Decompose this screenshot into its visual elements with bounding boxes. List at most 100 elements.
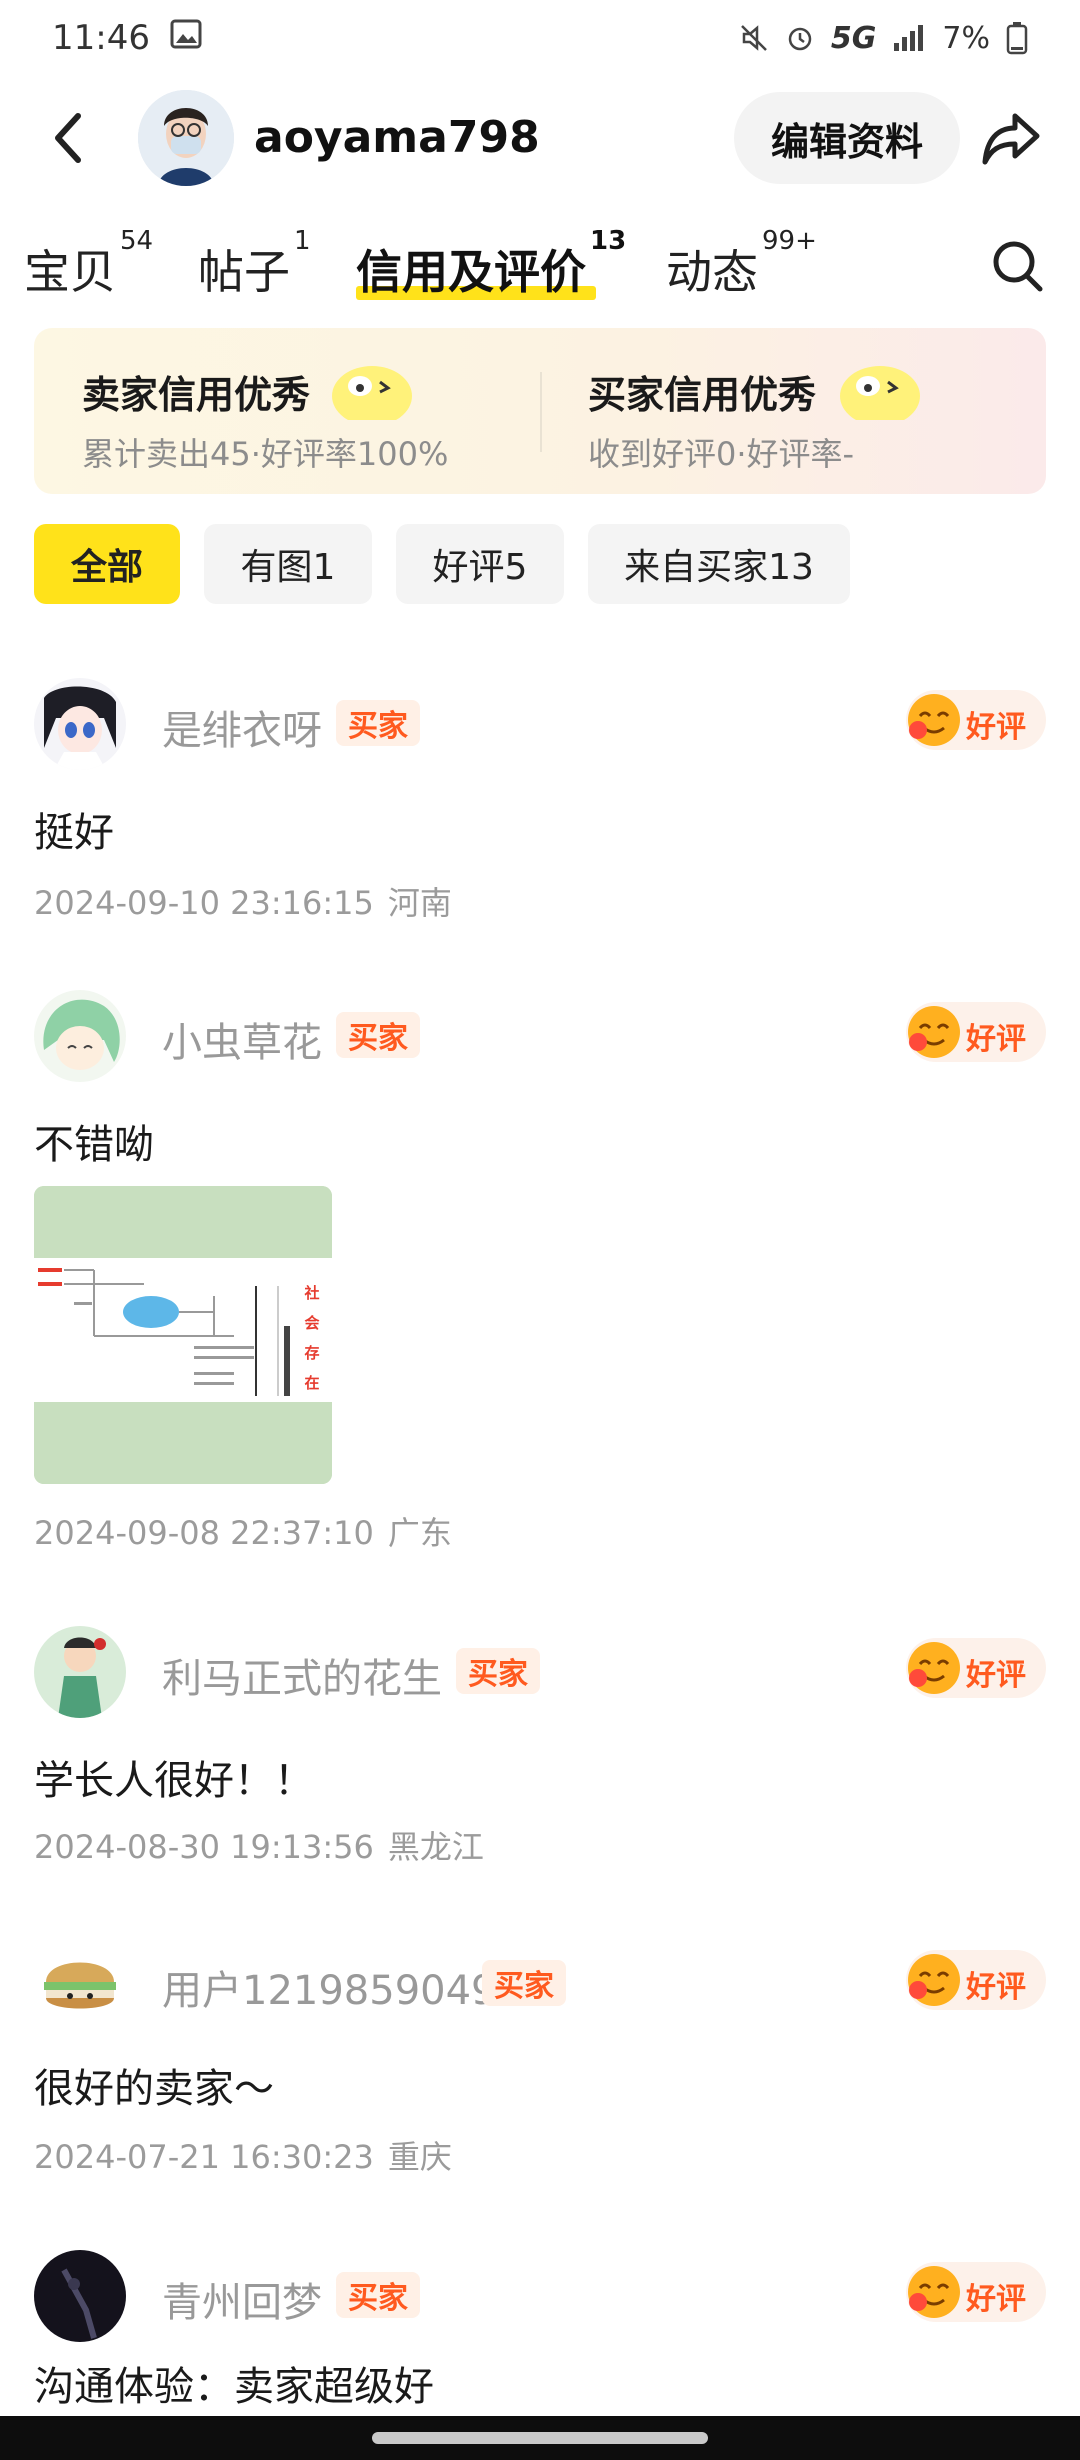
- rating-label: 好评: [966, 1970, 1026, 2005]
- image-text-char: 社: [303, 1284, 319, 1302]
- tab-activity[interactable]: 动态99+: [666, 226, 817, 302]
- battery-icon: [1006, 21, 1028, 55]
- review-region: 河南: [387, 884, 452, 922]
- review-meta: 2024-08-30 19:13:56 黑龙江: [34, 1822, 484, 1868]
- rating-badge: 好评: [906, 690, 1046, 750]
- reviewer-name: 青州回梦: [162, 2280, 322, 2326]
- rating-label: 好评: [966, 1022, 1026, 1057]
- reviewer-name: 利马正式的花生: [162, 1656, 442, 1702]
- status-time: 11:46: [52, 18, 150, 58]
- image-text-char: 会: [304, 1314, 319, 1332]
- buyer-tag: 买家: [456, 1648, 540, 1694]
- profile-tabs: 宝贝54 帖子1 信用及评价13 动态99+: [0, 218, 1080, 318]
- profile-header: aoyama798 编辑资料: [0, 88, 1080, 188]
- tab-label: 动态: [666, 245, 758, 299]
- system-nav-bar: [0, 2416, 1080, 2460]
- buyer-credit-stats: 收到好评0·好评率-: [588, 435, 855, 473]
- home-gesture-handle[interactable]: [372, 2432, 708, 2444]
- rating-badge: 好评: [906, 1638, 1046, 1698]
- rating-label: 好评: [966, 2282, 1026, 2317]
- chevron-left-icon: [55, 113, 81, 163]
- image-text-char: 存: [304, 1344, 319, 1362]
- reviewer-avatar[interactable]: [34, 990, 126, 1082]
- smile-face-icon: [908, 1006, 960, 1058]
- review-image[interactable]: 社 会 存 在: [34, 1186, 332, 1484]
- tab-count: 1: [294, 226, 311, 256]
- buyer-tag: 买家: [336, 2272, 420, 2318]
- review-text: 沟通体验：卖家超级好: [34, 2364, 434, 2410]
- reviewer-avatar[interactable]: [34, 1938, 126, 2030]
- review-meta: 2024-07-21 16:30:23 重庆: [34, 2132, 452, 2178]
- share-icon: [982, 113, 1040, 165]
- review-item: 是绯衣呀 买家 好评 挺好 2024-09-10 23:16:15 河南: [34, 678, 1046, 928]
- review-item: 用户1219859049 买家 好评 很好的卖家～ 2024-07-21 16:…: [34, 1938, 1046, 2188]
- credit-face-icon: [332, 366, 412, 420]
- edit-profile-button[interactable]: 编辑资料: [734, 92, 960, 184]
- rating-badge: 好评: [906, 2262, 1046, 2322]
- review-item: 利马正式的花生 买家 好评 学长人很好！！ 2024-08-30 19:13:5…: [34, 1626, 1046, 1876]
- review-item: 青州回梦 买家 好评 沟通体验：卖家超级好: [34, 2250, 1046, 2416]
- rating-label: 好评: [966, 1658, 1026, 1693]
- tab-credit-reviews[interactable]: 信用及评价13: [356, 226, 626, 302]
- smile-face-icon: [908, 1954, 960, 2006]
- tab-label: 宝贝: [24, 245, 116, 299]
- smile-face-icon: [908, 1642, 960, 1694]
- rating-label: 好评: [966, 710, 1026, 745]
- buyer-tag: 买家: [336, 1012, 420, 1058]
- rating-badge: 好评: [906, 1002, 1046, 1062]
- status-bar: 11:46 5G 7%: [0, 0, 1080, 76]
- filter-with-image[interactable]: 有图1: [204, 524, 372, 604]
- credit-face-icon: [840, 366, 920, 420]
- alarm-icon: [785, 23, 815, 53]
- reviewer-name: 小虫草花: [162, 1020, 322, 1066]
- credit-banner[interactable]: 卖家信用优秀 累计卖出45·好评率100% 买家信用优秀 收到好评0·好评率-: [34, 328, 1046, 494]
- signal-icon: [892, 23, 926, 53]
- review-time: 2024-08-30 19:13:56: [34, 1828, 374, 1866]
- review-meta: 2024-09-10 23:16:15 河南: [34, 878, 452, 924]
- smile-face-icon: [908, 694, 960, 746]
- tab-posts[interactable]: 帖子1: [198, 226, 311, 302]
- search-icon: [993, 241, 1043, 292]
- review-text: 学长人很好！！: [34, 1758, 314, 1804]
- review-text: 很好的卖家～: [34, 2066, 274, 2112]
- smile-face-icon: [908, 2266, 960, 2318]
- filter-positive[interactable]: 好评5: [396, 524, 564, 604]
- review-region: 重庆: [387, 2138, 452, 2176]
- tab-items[interactable]: 宝贝54: [24, 226, 153, 302]
- mute-icon: [739, 23, 769, 53]
- share-button[interactable]: [976, 106, 1046, 170]
- review-time: 2024-09-10 23:16:15: [34, 884, 374, 922]
- reviewer-avatar[interactable]: [34, 1626, 126, 1718]
- tab-count: 13: [590, 226, 627, 256]
- battery-text: 7%: [942, 20, 990, 56]
- reviewer-avatar[interactable]: [34, 2250, 126, 2342]
- filter-from-buyers[interactable]: 来自买家13: [588, 524, 850, 604]
- buyer-tag: 买家: [482, 1960, 566, 2006]
- search-button[interactable]: [990, 236, 1046, 296]
- review-item: 小虫草花 买家 好评 不错呦 社 会 存 在 2024-09-08 22:37:…: [34, 990, 1046, 1560]
- reviewer-avatar[interactable]: [34, 678, 126, 770]
- tab-count: 99+: [762, 226, 817, 256]
- username: aoyama798: [254, 112, 540, 163]
- reviewer-name: 是绯衣呀: [162, 708, 322, 754]
- buyer-tag: 买家: [336, 700, 420, 746]
- tab-label: 帖子: [198, 245, 290, 299]
- review-text: 挺好: [34, 810, 114, 856]
- back-button[interactable]: [36, 106, 100, 170]
- network-label: 5G: [830, 20, 877, 56]
- review-meta: 2024-09-08 22:37:10 广东: [34, 1508, 452, 1554]
- tab-count: 54: [120, 226, 154, 256]
- credit-divider: [540, 372, 542, 452]
- profile-avatar[interactable]: [138, 90, 234, 186]
- image-text-char: 在: [304, 1374, 319, 1392]
- buyer-credit: 买家信用优秀 收到好评0·好评率-: [588, 364, 854, 475]
- filter-all[interactable]: 全部: [34, 524, 180, 604]
- tab-label: 信用及评价: [356, 245, 586, 299]
- review-image-content: 社 会 存 在: [34, 1186, 332, 1484]
- review-time: 2024-07-21 16:30:23: [34, 2138, 374, 2176]
- buyer-credit-title: 买家信用优秀: [588, 373, 817, 417]
- review-time: 2024-09-08 22:37:10: [34, 1514, 374, 1552]
- rating-badge: 好评: [906, 1950, 1046, 2010]
- review-region: 广东: [387, 1514, 452, 1552]
- reviewer-name: 用户1219859049: [162, 1968, 497, 2014]
